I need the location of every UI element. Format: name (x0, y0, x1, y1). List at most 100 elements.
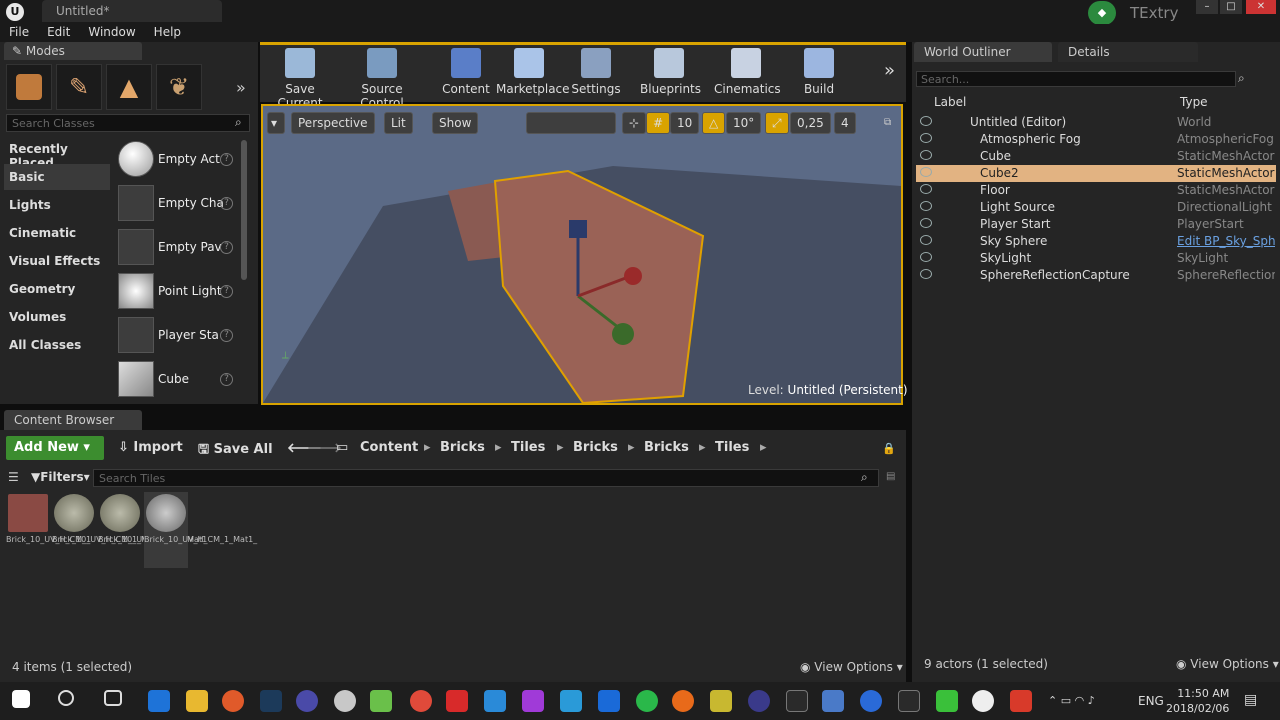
category-recently-placed[interactable]: Recently Placed (4, 136, 110, 170)
menu-edit[interactable]: Edit (38, 24, 79, 42)
cube-thumb[interactable] (118, 361, 154, 397)
paint-mode-icon[interactable]: ✎ (56, 64, 102, 110)
app-icon[interactable] (710, 690, 732, 712)
app-icon[interactable] (936, 690, 958, 712)
content-browser-tab[interactable]: Content Browser (4, 410, 142, 430)
app-icon[interactable] (522, 690, 544, 712)
source-control-button[interactable]: Source Control (342, 48, 422, 110)
app-icon[interactable] (560, 690, 582, 712)
search-icon[interactable] (58, 690, 74, 706)
breadcrumb-tiles-2[interactable]: Tiles (715, 440, 749, 455)
search-tiles-input[interactable]: Search Tiles (93, 469, 879, 487)
place-mode-icon[interactable] (6, 64, 52, 110)
sources-panel-icon[interactable]: ☰ (8, 470, 19, 484)
maximize-icon[interactable]: □ (1220, 0, 1242, 14)
visibility-icon[interactable] (920, 184, 932, 194)
close-icon[interactable]: ✕ (1246, 0, 1276, 14)
maximize-viewport-icon[interactable]: ⧉ (884, 117, 891, 128)
content-button[interactable]: Content (440, 48, 492, 96)
visibility-icon[interactable] (920, 116, 932, 126)
marketplace-button[interactable]: Marketplace (496, 48, 570, 96)
outliner-row[interactable]: Floor StaticMeshActor (916, 182, 1276, 199)
outliner-search-input[interactable]: Search... (916, 71, 1236, 87)
import-button[interactable]: ⇩ Import (118, 440, 183, 455)
outliner-type-link[interactable]: Edit BP_Sky_Sphere (1177, 234, 1275, 248)
epic-games-icon[interactable] (786, 690, 808, 712)
language-indicator[interactable]: ENG (1138, 694, 1164, 708)
empty-pawn-thumb[interactable] (118, 229, 154, 265)
help-icon[interactable]: ? (220, 329, 233, 342)
menu-help[interactable]: Help (145, 24, 190, 42)
visibility-icon[interactable] (920, 201, 932, 211)
category-basic[interactable]: Basic (4, 164, 110, 190)
item-empty-pawn[interactable]: Empty Pav (158, 240, 222, 254)
category-volumes[interactable]: Volumes (4, 304, 110, 330)
firefox-icon[interactable] (672, 690, 694, 712)
breadcrumb-content[interactable]: Content (360, 440, 418, 455)
category-cinematic[interactable]: Cinematic (4, 220, 110, 246)
visibility-icon[interactable] (920, 269, 932, 279)
outliner-row[interactable]: Cube StaticMeshActor (916, 148, 1276, 165)
item-empty-character[interactable]: Empty Cha (158, 196, 224, 210)
breadcrumb-bricks-2[interactable]: Bricks (573, 440, 618, 455)
foliage-mode-icon[interactable]: ❦ (156, 64, 202, 110)
tray-icons[interactable]: ⌃ ▭ ◠ ♪ (1048, 694, 1095, 707)
search-classes-input[interactable]: Search Classes (6, 114, 250, 132)
blueprints-button[interactable]: Blueprints (640, 48, 701, 96)
visibility-icon[interactable] (920, 252, 932, 262)
rotation-snap-icon[interactable]: △ (702, 112, 726, 134)
outliner-row[interactable]: SkyLight SkyLight (916, 250, 1276, 267)
whatsapp-icon[interactable] (636, 690, 658, 712)
save-current-button[interactable]: Save Current (266, 48, 334, 110)
category-all-classes[interactable]: All Classes (4, 332, 110, 358)
empty-actor-thumb[interactable] (118, 141, 154, 177)
visibility-icon[interactable] (920, 218, 932, 228)
chrome-icon[interactable] (410, 690, 432, 712)
asset-tile[interactable]: Brick_10_UV_H_CM_1 (6, 492, 91, 568)
app-icon[interactable] (860, 690, 882, 712)
help-icon[interactable]: ? (220, 373, 233, 386)
asset-tile[interactable]: Brick_10_UV_H_CM_1_Mat (52, 492, 156, 568)
notifications-icon[interactable]: ▤ (1244, 692, 1257, 708)
app-icon[interactable] (748, 690, 770, 712)
visibility-icon[interactable] (920, 133, 932, 143)
menu-window[interactable]: Window (79, 24, 144, 42)
viewport-options-button[interactable]: ▾ (267, 112, 285, 134)
document-tab[interactable]: Untitled* (42, 0, 222, 22)
app-icon[interactable] (222, 690, 244, 712)
world-outliner-tab[interactable]: World Outliner (914, 42, 1052, 62)
app-icon[interactable] (296, 690, 318, 712)
outliner-row[interactable]: Player Start PlayerStart (916, 216, 1276, 233)
epic-games-icon[interactable] (898, 690, 920, 712)
scale-snap-icon[interactable]: ⤢ (765, 112, 789, 134)
asset-tile[interactable]: Brick_10_UV_H_CM_1_Mat1 (98, 492, 207, 568)
build-button[interactable]: Build (796, 48, 842, 96)
category-geometry[interactable]: Geometry (4, 276, 110, 302)
save-search-icon[interactable]: ▤ (886, 471, 895, 482)
lightroom-icon[interactable] (260, 690, 282, 712)
breadcrumb-arrow-icon[interactable]: ▸ (557, 440, 564, 455)
perspective-button[interactable]: Perspective (291, 112, 375, 134)
lit-button[interactable]: Lit (384, 112, 413, 134)
category-visual-effects[interactable]: Visual Effects (4, 248, 110, 274)
details-tab[interactable]: Details (1058, 42, 1198, 62)
column-label[interactable]: Label (934, 95, 966, 109)
more-toolbar-icon[interactable]: » (884, 60, 895, 81)
outliner-row[interactable]: Sky Sphere Edit BP_Sky_Sphere (916, 233, 1276, 250)
unreal-engine-icon[interactable] (972, 690, 994, 712)
help-icon[interactable]: ? (220, 241, 233, 254)
outliner-view-options[interactable]: ◉ View Options ▾ (1176, 657, 1279, 671)
item-point-light[interactable]: Point Light (158, 284, 222, 298)
level-viewport[interactable] (261, 104, 903, 405)
outliner-row[interactable]: SphereReflectionCapture SphereReflectionC… (916, 267, 1276, 284)
breadcrumb-bricks-3[interactable]: Bricks (644, 440, 689, 455)
visibility-icon[interactable] (920, 150, 932, 160)
show-button[interactable]: Show (432, 112, 479, 134)
landscape-mode-icon[interactable]: ▲ (106, 64, 152, 110)
outliner-row[interactable]: Atmospheric Fog AtmosphericFog (916, 131, 1276, 148)
app-icon[interactable] (446, 690, 468, 712)
more-modes-icon[interactable]: » (236, 78, 246, 97)
clock[interactable]: 11:50 AM 2018/02/06 (1166, 686, 1229, 716)
app-icon[interactable] (1010, 690, 1032, 712)
lock-icon[interactable]: 🔒 (882, 442, 896, 455)
